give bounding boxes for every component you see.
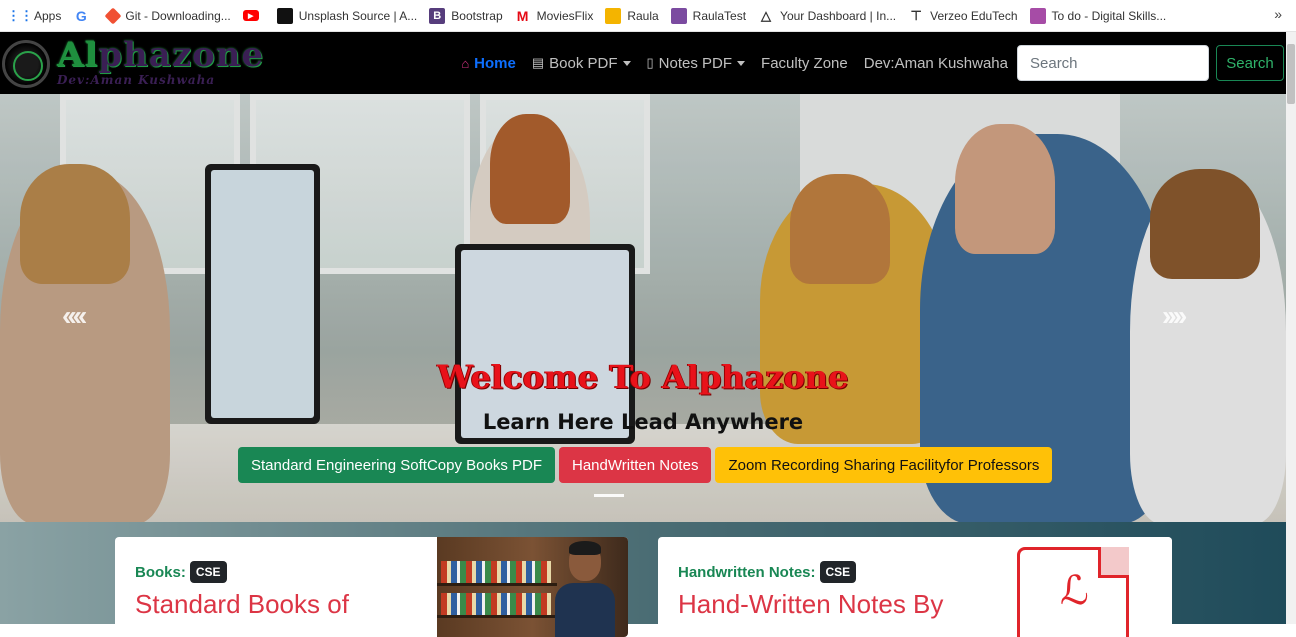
card-title: Hand-Written Notes By (678, 589, 944, 619)
bookmark-git[interactable]: Git - Downloading... (104, 7, 231, 24)
bookshelf-row (441, 593, 551, 615)
bookmarks-more-button[interactable]: » (1274, 6, 1282, 22)
carousel-prev-button[interactable]: ‹‹‹‹ (62, 300, 87, 332)
bookshelf-row (437, 615, 557, 618)
google-icon: G (75, 7, 87, 24)
bookmark-verzeo[interactable]: ⊤ Verzeo EduTech (908, 8, 1017, 24)
bookshelf-row (437, 583, 557, 586)
notes-card-image: ℒ (981, 537, 1172, 637)
category-badge: CSE (189, 561, 227, 583)
home-icon: ⌂ (461, 55, 470, 71)
bookmark-raula[interactable]: Raula (605, 7, 659, 24)
category-badge: CSE (819, 561, 857, 583)
bookshelf-row (441, 561, 551, 583)
caret-down-icon (622, 60, 631, 66)
nav-book-pdf-dropdown[interactable]: ▤ Book PDF (532, 55, 631, 72)
cards-section: Books: CSE Standard Books of Handwritten… (0, 522, 1286, 637)
brand-title: Alphazone (57, 35, 265, 75)
professor-photo (555, 541, 615, 637)
nav-home[interactable]: ⌂ Home (461, 55, 516, 72)
hero-buttons: Standard Engineering SoftCopy Books PDF … (238, 447, 1056, 483)
nav-dev[interactable]: Dev:Aman Kushwaha (864, 55, 1008, 72)
unsplash-icon (276, 7, 293, 24)
bootstrap-icon: B (429, 7, 446, 24)
navbar: Alphazone Dev:Aman Kushwaha ⌂ Home ▤ Boo… (0, 32, 1286, 94)
bookmark-apps[interactable]: ⋮⋮ Apps (7, 7, 61, 24)
hero-title: Welcome To Alphazone (437, 358, 849, 396)
raulatest-icon (670, 7, 687, 24)
git-icon (104, 7, 122, 24)
book-icon: ▤ (531, 55, 545, 70)
caret-down-icon (737, 60, 746, 66)
bookmark-dashboard[interactable]: △ Your Dashboard | In... (758, 8, 896, 24)
file-pdf-icon: ▯ (646, 55, 654, 70)
bookmarks-bar: ⋮⋮ Apps G Git - Downloading... ▶ Unsplas… (0, 0, 1296, 32)
page-scrollbar[interactable] (1286, 32, 1296, 624)
nav-faculty-zone[interactable]: Faculty Zone (761, 55, 848, 72)
bookmark-unsplash[interactable]: Unsplash Source | A... (276, 7, 417, 24)
verzeo-icon: ⊤ (910, 7, 922, 23)
apps-grid-icon: ⋮⋮ (7, 7, 33, 23)
nav-notes-pdf-dropdown[interactable]: ▯ Notes PDF (647, 55, 746, 72)
bookmark-moviesflix[interactable]: M MoviesFlix (515, 8, 594, 24)
notes-card[interactable]: Handwritten Notes: CSE Hand-Written Note… (658, 537, 1172, 637)
nav-links: ⌂ Home ▤ Book PDF ▯ Notes PDF Faculty Zo… (445, 32, 1008, 94)
raula-icon (605, 7, 622, 24)
globe-icon (2, 40, 50, 88)
hero-subtitle: Learn Here Lead Anywhere (482, 410, 804, 434)
card-label: Books: CSE (135, 561, 227, 583)
bookmark-raulatest[interactable]: RaulaTest (670, 7, 746, 24)
youtube-icon: ▶ (242, 10, 259, 21)
books-card-image (437, 537, 628, 637)
scrollbar-thumb[interactable] (1287, 44, 1295, 104)
books-pdf-button[interactable]: Standard Engineering SoftCopy Books PDF (238, 447, 555, 483)
brand-subtitle: Dev:Aman Kushwaha (57, 73, 216, 87)
search-button[interactable]: Search (1216, 45, 1284, 81)
books-card[interactable]: Books: CSE Standard Books of (115, 537, 628, 637)
dashboard-icon: △ (761, 7, 772, 23)
carousel-next-button[interactable]: ›››› (1162, 300, 1187, 332)
bookmark-bootstrap[interactable]: B Bootstrap (429, 7, 503, 24)
brand-logo[interactable]: Alphazone Dev:Aman Kushwaha (2, 35, 265, 89)
moviesflix-icon: M (516, 7, 529, 24)
carousel-indicator[interactable] (594, 494, 624, 497)
todo-icon (1029, 7, 1046, 24)
card-label: Handwritten Notes: CSE (678, 561, 857, 583)
zoom-recording-button[interactable]: Zoom Recording Sharing Facilityfor Profe… (715, 447, 1053, 483)
handwritten-notes-button[interactable]: HandWritten Notes (559, 447, 712, 483)
bookmark-todo[interactable]: To do - Digital Skills... (1029, 7, 1166, 24)
card-title: Standard Books of (135, 589, 349, 619)
search-input[interactable] (1017, 45, 1209, 81)
bookmark-google[interactable]: G (73, 8, 95, 24)
bookmark-youtube[interactable]: ▶ (242, 10, 265, 21)
